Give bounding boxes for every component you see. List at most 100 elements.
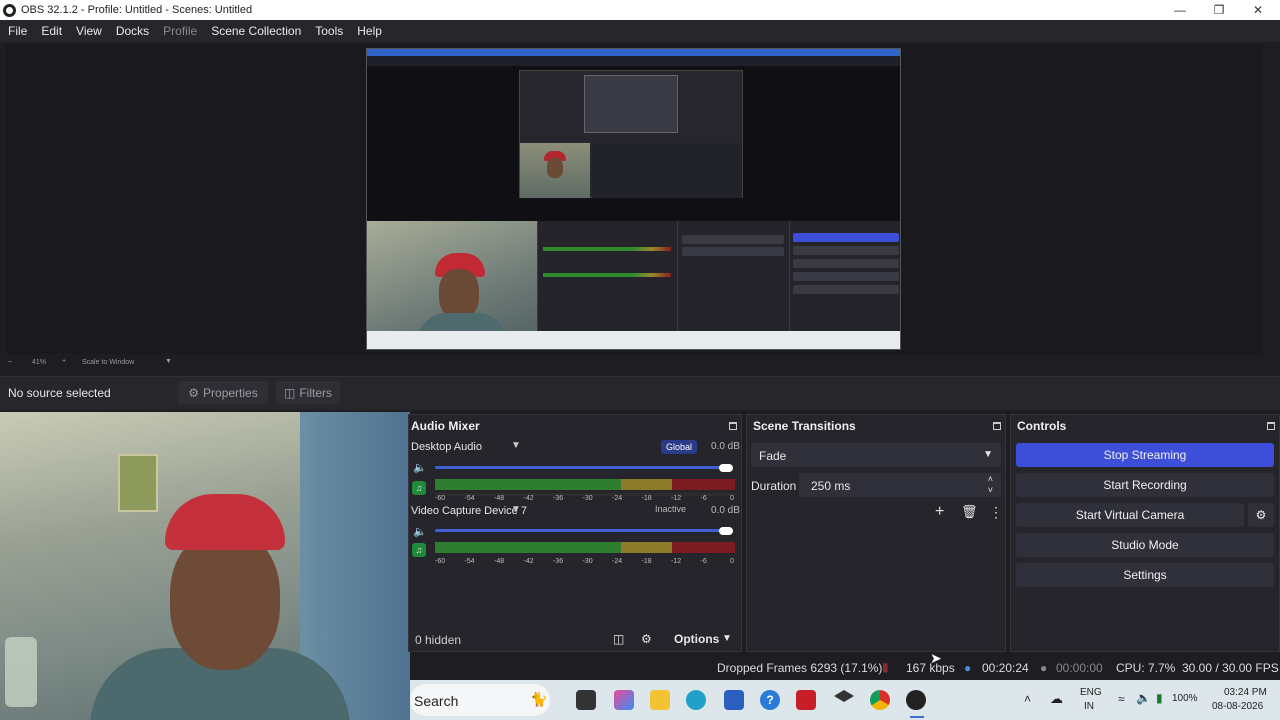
copilot-icon[interactable] — [614, 690, 634, 710]
task-view-icon[interactable] — [576, 690, 596, 710]
cloud-icon[interactable]: ☁ — [1050, 691, 1063, 707]
clock-date[interactable]: 08-08-2026 — [1212, 701, 1263, 712]
minimize-button[interactable]: — — [1160, 0, 1200, 20]
language[interactable]: ENG — [1080, 687, 1102, 698]
search-label: Search — [414, 693, 459, 709]
channel-db: 0.0 dB — [711, 441, 740, 452]
menu-view[interactable]: View — [69, 24, 109, 38]
trash-icon[interactable]: 🗑 — [961, 504, 978, 520]
nested-bottom-panel — [367, 221, 900, 349]
obs-icon[interactable] — [906, 690, 926, 710]
chrome-icon[interactable] — [870, 690, 890, 710]
mixer-settings-icon[interactable]: ⚙ — [641, 632, 652, 646]
chevron-down-icon[interactable]: ▼ — [165, 358, 172, 365]
meter-scale-label: -36 — [553, 495, 564, 502]
controls-title: Controls — [1017, 419, 1067, 433]
audio-meter — [435, 542, 735, 553]
edge-icon[interactable] — [686, 690, 706, 710]
clock-time[interactable]: 03:24 PM — [1224, 687, 1267, 698]
obs-logo-icon — [3, 3, 16, 17]
menu-profile[interactable]: Profile — [156, 24, 204, 38]
menu-file[interactable]: File — [0, 24, 34, 38]
layout-icon[interactable]: ◫ — [613, 632, 624, 646]
meter-scale-label: 0 — [730, 558, 734, 565]
headphones-icon[interactable]: ♫ — [412, 481, 426, 495]
scene-transitions-title: Scene Transitions — [753, 419, 856, 433]
duration-input[interactable]: 250 ms ˄ ˅ — [799, 473, 1001, 497]
chevron-up-icon[interactable]: ˄ — [988, 474, 993, 484]
volume-knob[interactable] — [719, 527, 733, 535]
chevron-up-icon[interactable]: ˄ — [1024, 692, 1031, 706]
wifi-icon[interactable]: ≈ — [1118, 692, 1125, 706]
undock-icon[interactable] — [1267, 422, 1275, 430]
meter-scale-label: -36 — [553, 558, 564, 565]
menu-docks[interactable]: Docks — [109, 24, 156, 38]
zoom-out-button[interactable]: – — [8, 358, 12, 365]
nested-audio-mixer — [537, 221, 677, 331]
speaker-icon[interactable]: 🔈 — [413, 525, 427, 538]
help-icon[interactable]: ? — [760, 690, 780, 710]
transition-value: Fade — [759, 449, 787, 463]
stop-streaming-button[interactable]: Stop Streaming — [1016, 443, 1274, 467]
chevron-down-icon[interactable]: ▼ — [722, 633, 732, 644]
close-button[interactable]: ✕ — [1238, 0, 1278, 20]
menu-edit[interactable]: Edit — [34, 24, 69, 38]
chevron-down-icon[interactable]: ˅ — [988, 485, 993, 495]
record-time: 00:00:00 — [1056, 661, 1103, 675]
active-app-indicator — [910, 716, 924, 718]
speaker-icon[interactable]: 🔈 — [413, 461, 427, 474]
scale-mode-select[interactable]: Scale to Window — [82, 359, 134, 366]
virtual-camera-settings-icon[interactable]: ⚙ — [1248, 503, 1274, 527]
chevron-down-icon[interactable]: ▼ — [511, 504, 521, 515]
global-badge: Global — [661, 440, 697, 454]
meter-scale-label: -24 — [612, 558, 623, 565]
meter-scale-label: -24 — [612, 495, 623, 502]
options-button[interactable]: Options — [674, 632, 719, 646]
meter-scale-label: -48 — [494, 495, 505, 502]
undock-icon[interactable] — [729, 422, 737, 430]
volume-icon[interactable]: 🔈 — [1136, 691, 1151, 705]
meter-scale-label: -6 — [700, 495, 707, 502]
menu-help[interactable]: Help — [350, 24, 389, 38]
start-recording-button[interactable]: Start Recording — [1016, 473, 1274, 497]
region[interactable]: IN — [1084, 701, 1094, 712]
meter-scale-label: -30 — [582, 558, 593, 565]
chevron-down-icon[interactable]: ▼ — [511, 440, 521, 451]
studio-mode-button[interactable]: Studio Mode — [1016, 533, 1274, 557]
stream-time: 00:20:24 — [982, 661, 1029, 675]
undock-icon[interactable] — [993, 422, 1001, 430]
chevron-down-icon: ▼ — [983, 449, 993, 460]
volume-slider[interactable] — [435, 466, 731, 469]
store-icon[interactable] — [724, 690, 744, 710]
volume-slider[interactable] — [435, 529, 731, 532]
volume-knob[interactable] — [719, 464, 733, 472]
inactive-badge: Inactive — [655, 504, 687, 514]
nested-preview — [367, 66, 900, 221]
menu-tools[interactable]: Tools — [308, 24, 350, 38]
add-icon[interactable]: + — [935, 503, 944, 521]
no-source-label: No source selected — [8, 386, 111, 400]
properties-button[interactable]: ⚙ Properties — [178, 381, 268, 404]
streaming-icon: ● — [964, 661, 972, 675]
menu-scene-collection[interactable]: Scene Collection — [204, 24, 308, 38]
mcafee-icon[interactable] — [796, 690, 816, 710]
nested-inner-preview — [519, 70, 743, 198]
settings-button[interactable]: Settings — [1016, 563, 1274, 587]
transition-select[interactable]: Fade ▼ — [751, 443, 1001, 467]
battery-icon[interactable]: ▮ — [1156, 691, 1163, 705]
filters-button[interactable]: ◫ Filters — [276, 381, 340, 404]
taskbar-search[interactable]: Search 🐈 — [410, 684, 550, 716]
start-virtual-camera-button[interactable]: Start Virtual Camera — [1016, 503, 1244, 527]
gear-icon: ⚙ — [188, 385, 200, 400]
preview-canvas[interactable] — [366, 48, 901, 350]
restore-button[interactable]: ❐ — [1199, 0, 1239, 20]
headphones-icon[interactable]: ♫ — [412, 543, 426, 557]
meter-scale-label: -18 — [641, 558, 652, 565]
dropbox-icon[interactable] — [834, 690, 854, 702]
more-icon[interactable]: ⋮ — [989, 504, 1003, 521]
file-explorer-icon[interactable] — [650, 690, 670, 710]
fps: 30.00 / 30.00 FPS — [1182, 661, 1279, 675]
meter-scale-label: -48 — [494, 558, 505, 565]
zoom-in-button[interactable]: + — [62, 358, 66, 365]
title-bar: OBS 32.1.2 - Profile: Untitled - Scenes:… — [0, 0, 1280, 20]
